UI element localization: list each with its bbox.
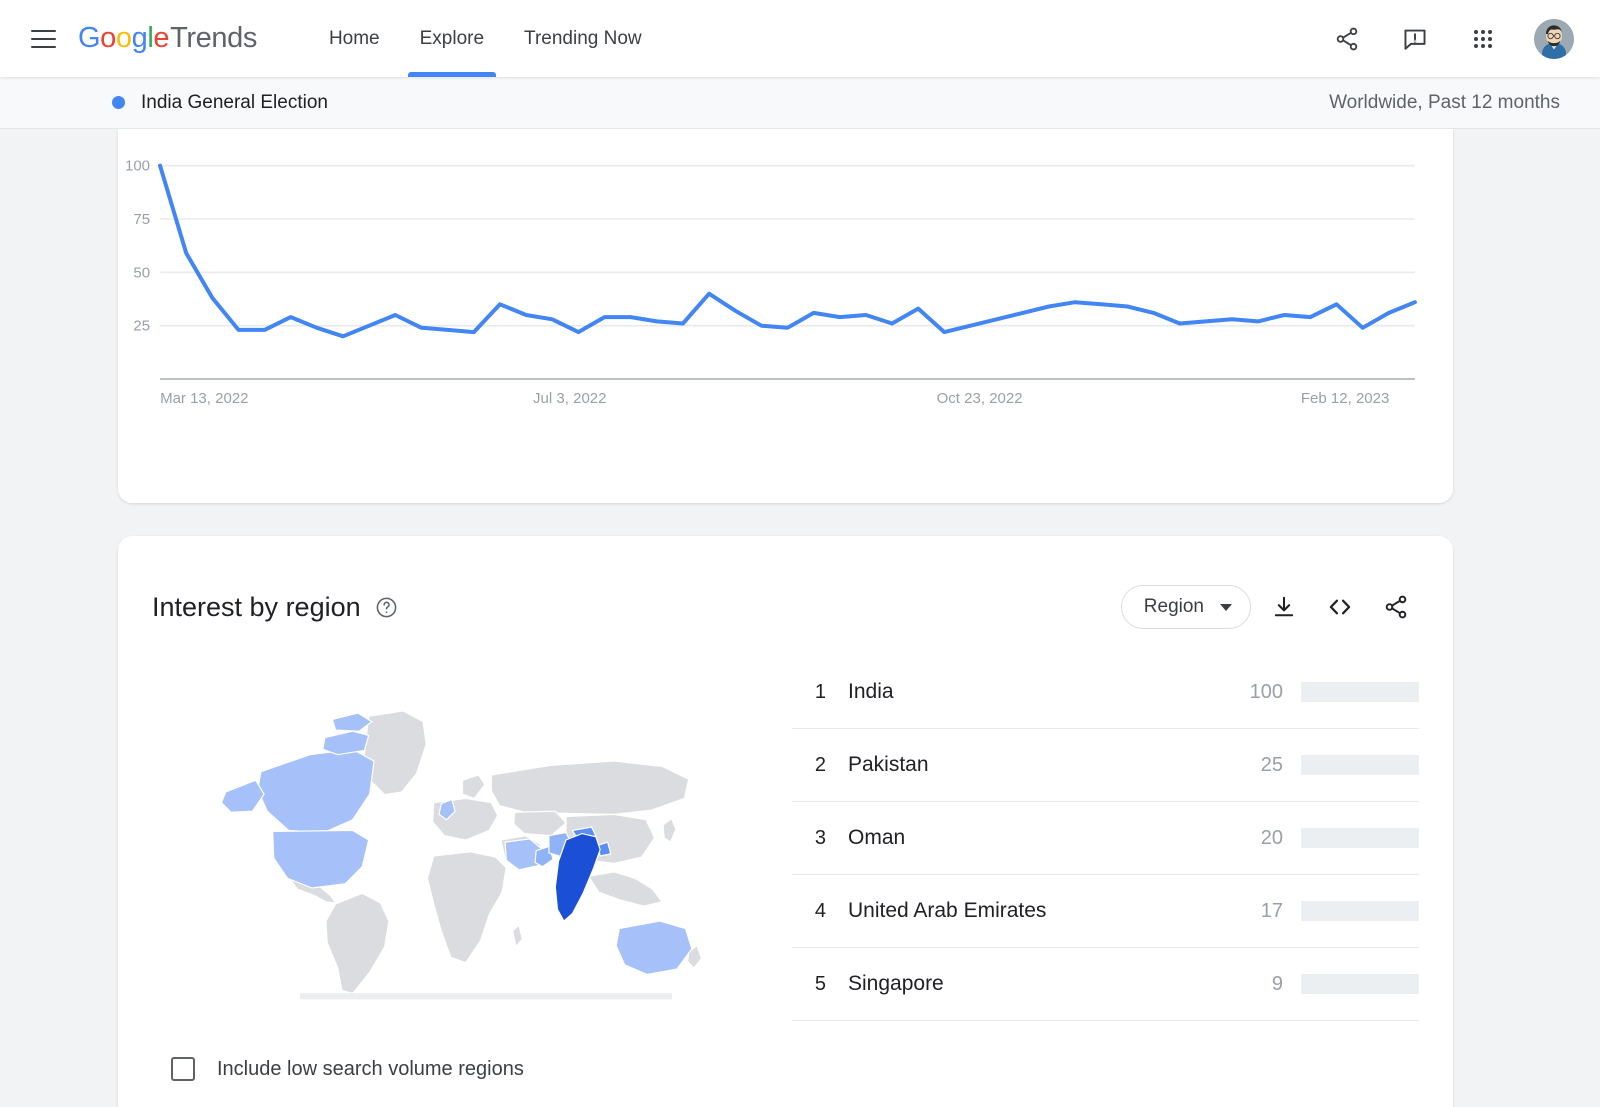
chart-x-axis-labels: Mar 13, 2022 Jul 3, 2022 Oct 23, 2022 Feb 1… [160,390,1389,407]
region-name: India [848,680,894,703]
map-region-alaska [220,779,265,813]
chart-y-tick-label: 25 [133,318,150,335]
logo-letter: o [115,22,132,54]
region-name: Singapore [848,972,944,995]
region-bar-track [1301,682,1419,702]
region-value: 100 [1249,680,1283,703]
region-bar-track [1301,901,1419,921]
chart-series-line [158,163,1417,339]
app-header: Go o g l e Trends Home Explore Trending Now [0,0,1600,77]
region-list-item[interactable]: 3 Oman 20 [792,802,1419,875]
region-value: 25 [1260,753,1283,776]
page-content: 25 50 75 100 Mar 13, 2022 Jul 3, 2022 Oct 23,… [0,129,1600,1107]
share-icon[interactable] [1373,584,1419,630]
avatar[interactable] [1534,18,1574,59]
region-card-body: 1 India 100 2 Pakistan 25 3 Oman 20 4 Un… [152,652,1419,1021]
region-rank: 3 [814,826,826,849]
logo-letter: o [100,22,116,54]
region-value: 9 [1271,972,1283,995]
search-term-label: India General Election [141,91,328,113]
region-bar-track [1301,755,1419,775]
interest-over-time-card: 25 50 75 100 Mar 13, 2022 Jul 3, 2022 Oct 23,… [118,129,1453,503]
hamburger-line [30,37,56,40]
region-list-item[interactable]: 4 United Arab Emirates 17 [792,875,1419,948]
region-list-item[interactable]: 2 Pakistan 25 [792,729,1419,802]
logo-trends-word: Trends [170,22,257,54]
series-color-dot [112,96,125,109]
nav-item-explore[interactable]: Explore [400,0,504,77]
logo-letter: g [131,22,148,54]
nav-item-trending-now[interactable]: Trending Now [504,0,662,77]
embed-code-icon[interactable] [1317,584,1363,630]
hamburger-menu-icon[interactable] [26,22,60,56]
region-breakdown-value: Region [1143,596,1204,617]
chart-x-tick-label: Feb 12, 2023 [1301,390,1389,407]
region-card-title: Interest by region [152,591,361,622]
chart-x-tick-label: Jul 3, 2022 [533,390,606,407]
chart-y-axis-labels: 25 50 75 100 [125,158,150,335]
logo-letter: e [153,22,170,54]
timeseries-chart[interactable]: 25 50 75 100 Mar 13, 2022 Jul 3, 2022 Oct 23,… [118,129,1453,503]
region-value: 17 [1260,899,1283,922]
hamburger-line [30,45,56,48]
timeseries-svg: 25 50 75 100 Mar 13, 2022 Jul 3, 2022 Oct 23,… [125,158,1417,407]
region-name: Pakistan [848,753,929,776]
chevron-down-icon [1220,603,1232,611]
region-rank: 4 [814,899,826,922]
region-bar-track [1301,828,1419,848]
share-icon[interactable] [1326,18,1368,60]
chart-gridlines [160,164,1415,327]
chart-x-tick-label: Oct 23, 2022 [937,390,1023,407]
region-rank: 1 [814,680,826,703]
download-icon[interactable] [1261,584,1307,630]
region-rank: 5 [814,972,826,995]
region-bar-track [1301,974,1419,994]
google-trends-logo[interactable]: Go o g l e Trends [78,22,257,55]
chart-y-tick-label: 100 [125,158,150,175]
map-region-canada-arctic [322,730,370,755]
region-name: Oman [848,826,906,849]
region-breakdown-select[interactable]: Region [1120,585,1251,629]
region-value: 20 [1260,826,1283,849]
scope-label: Worldwide, Past 12 months [1329,91,1560,113]
map-region-canada-arctic [331,711,373,732]
chart-x-tick-label: Mar 13, 2022 [160,390,248,407]
include-low-volume-toggle[interactable]: Include low search volume regions [152,1057,1419,1081]
feedback-icon[interactable] [1394,18,1436,60]
google-apps-icon[interactable] [1462,18,1504,60]
nav-item-home[interactable]: Home [309,0,400,77]
region-list: 1 India 100 2 Pakistan 25 3 Oman 20 4 Un… [772,652,1419,1021]
map-region-canada [257,748,375,833]
card-spacer [0,503,1600,536]
search-term-bar: India General Election Worldwide, Past 1… [0,77,1600,129]
include-low-volume-checkbox[interactable] [171,1057,195,1081]
interest-by-region-card: Interest by region Region 1 India 100 2 … [118,536,1453,1107]
region-list-item[interactable]: 1 India 100 [792,656,1419,729]
header-actions [1326,18,1574,60]
region-name: United Arab Emirates [848,899,1047,922]
search-term-chip[interactable]: India General Election [112,92,328,114]
world-map-container [152,652,772,1021]
chart-y-tick-label: 75 [133,211,150,228]
help-circle-icon[interactable] [375,596,398,619]
region-card-controls: Region [1120,584,1419,630]
world-map[interactable] [192,680,732,1000]
logo-letter: G [78,22,101,54]
map-region-united-states [272,829,370,889]
region-list-item[interactable]: 5 Singapore 9 [792,948,1419,1021]
hamburger-line [30,29,56,32]
region-card-header: Interest by region Region [152,566,1419,630]
primary-nav: Home Explore Trending Now [309,0,662,77]
include-low-volume-label: Include low search volume regions [217,1057,524,1080]
region-rank: 2 [814,753,826,776]
chart-y-tick-label: 50 [133,264,150,281]
map-region-australia [615,919,693,975]
